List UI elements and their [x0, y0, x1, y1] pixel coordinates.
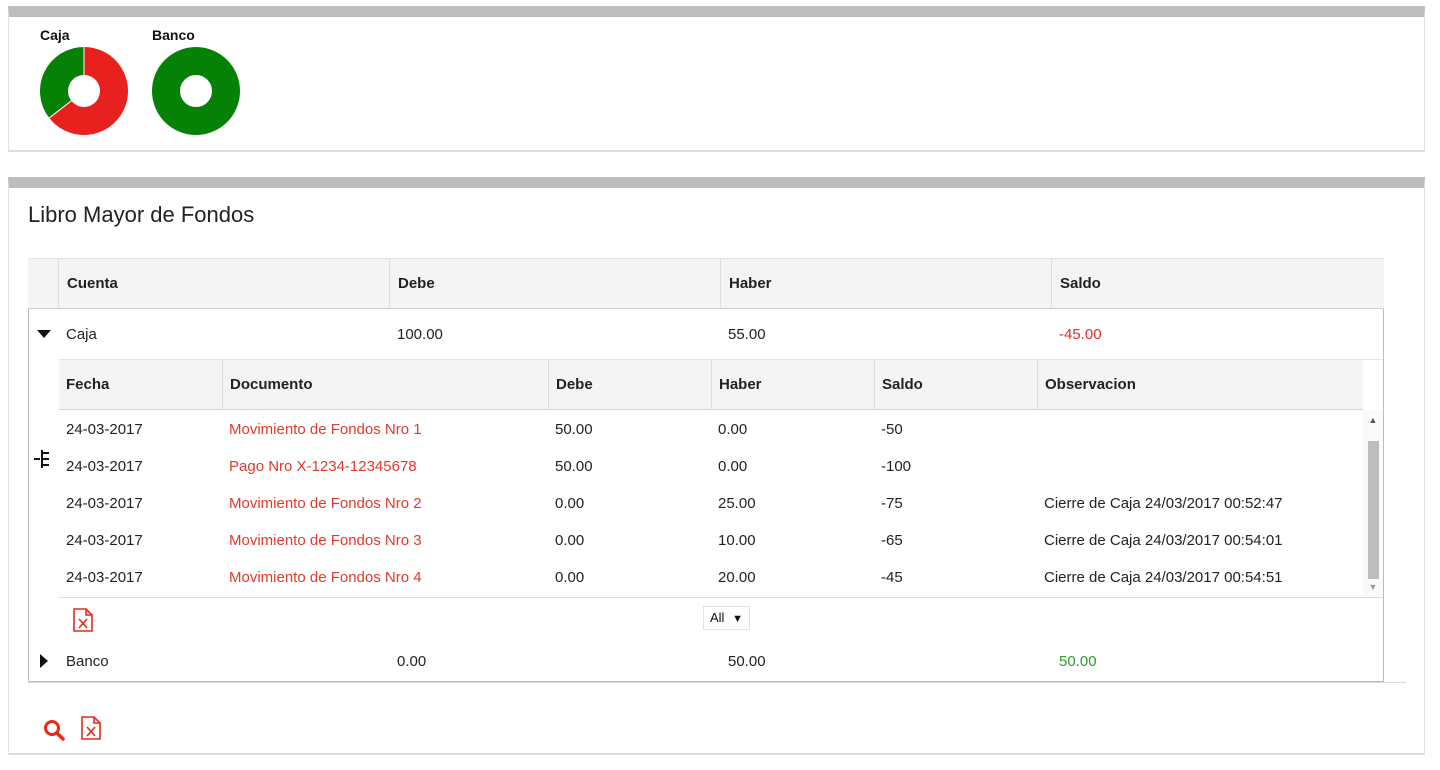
table-row[interactable]: 24-03-2017 Movimiento de Fondos Nro 4 0.… — [59, 559, 1383, 596]
account-haber: 55.00 — [728, 325, 766, 343]
column-header-detail-saldo[interactable]: Saldo — [874, 360, 1037, 410]
account-saldo: 50.00 — [1059, 652, 1097, 670]
column-header-documento[interactable]: Documento — [222, 360, 548, 410]
cell-observacion: Cierre de Caja 24/03/2017 00:54:51 — [1044, 569, 1283, 586]
cell-saldo: -75 — [881, 495, 903, 512]
column-header-saldo[interactable]: Saldo — [1051, 259, 1384, 309]
cell-fecha: 24-03-2017 — [66, 569, 143, 586]
donut-banco-label: Banco — [152, 27, 195, 43]
cell-fecha: 24-03-2017 — [66, 421, 143, 438]
column-header-haber[interactable]: Haber — [720, 259, 1051, 309]
cell-haber: 20.00 — [718, 569, 756, 586]
cell-debe: 0.00 — [555, 569, 585, 586]
table-row[interactable]: 24-03-2017 Pago Nro X-1234-12345678 50.0… — [59, 448, 1383, 485]
donut-banco: Banco — [152, 27, 240, 135]
cell-debe: 50.00 — [555, 458, 593, 475]
donut-banco-chart — [152, 47, 240, 135]
donut-caja: Caja — [40, 27, 128, 135]
cell-fecha: 24-03-2017 — [66, 532, 143, 549]
cell-haber: 0.00 — [718, 458, 748, 475]
page-size-select[interactable]: All ▼ — [703, 606, 750, 630]
donut-banco-slice-haber[interactable] — [152, 47, 240, 135]
account-row-banco[interactable]: Banco 0.00 50.00 50.00 — [29, 641, 1383, 681]
caja-detail-grid: Fecha Documento Debe Haber Saldo Observa… — [34, 359, 1383, 641]
cell-observacion: Cierre de Caja 24/03/2017 00:54:01 — [1044, 532, 1283, 549]
cell-haber: 10.00 — [718, 532, 756, 549]
scrollbar-thumb[interactable] — [1368, 441, 1379, 579]
cell-documento-link[interactable]: Pago Nro X-1234-12345678 — [222, 448, 417, 485]
cell-documento-link[interactable]: Movimiento de Fondos Nro 4 — [222, 559, 422, 596]
table-row[interactable]: 24-03-2017 Movimiento de Fondos Nro 1 50… — [59, 411, 1383, 448]
cell-haber: 0.00 — [718, 421, 748, 438]
cell-saldo: -50 — [881, 421, 903, 438]
cell-fecha: 24-03-2017 — [66, 495, 143, 512]
column-header-cuenta[interactable]: Cuenta — [58, 259, 389, 309]
page-title: Libro Mayor de Fondos — [28, 202, 255, 227]
triangle-right-icon — [40, 654, 48, 668]
column-header-debe[interactable]: Debe — [389, 259, 720, 309]
page-size-value: All — [710, 610, 725, 625]
cell-observacion: Cierre de Caja 24/03/2017 00:52:47 — [1044, 495, 1283, 512]
excel-file-icon[interactable] — [80, 716, 102, 740]
scroll-down-arrow-icon[interactable]: ▼ — [1363, 579, 1383, 595]
column-header-detail-debe[interactable]: Debe — [548, 360, 711, 410]
cell-saldo: -100 — [881, 458, 912, 475]
detail-grid-footer: All ▼ — [59, 597, 1383, 641]
detail-scrollbar[interactable]: ▲ ▼ — [1363, 410, 1383, 597]
account-name: Banco — [66, 652, 109, 670]
cell-debe: 50.00 — [555, 421, 593, 438]
detail-grid-body: 24-03-2017 Movimiento de Fondos Nro 1 50… — [59, 410, 1383, 597]
cell-saldo: -45 — [881, 569, 903, 586]
search-icon[interactable] — [42, 718, 66, 742]
column-header-detail-haber[interactable]: Haber — [711, 360, 874, 410]
cell-documento-link[interactable]: Movimiento de Fondos Nro 3 — [222, 522, 422, 559]
detail-grid-header: Fecha Documento Debe Haber Saldo Observa… — [59, 360, 1363, 410]
cell-debe: 0.00 — [555, 495, 585, 512]
account-row-caja[interactable]: Caja 100.00 55.00 -45.00 — [29, 309, 1383, 359]
cell-documento-link[interactable]: Movimiento de Fondos Nro 2 — [222, 485, 422, 522]
scroll-up-arrow-icon[interactable]: ▲ — [1363, 412, 1383, 428]
excel-file-icon[interactable] — [72, 608, 94, 632]
donut-caja-chart — [40, 47, 128, 135]
ledger-grid: Cuenta Debe Haber Saldo Caja 100.00 55.0… — [28, 258, 1406, 683]
cell-documento-link[interactable]: Movimiento de Fondos Nro 1 — [222, 411, 422, 448]
account-debe: 0.00 — [397, 652, 427, 670]
charts-panel: Caja Banco — [8, 6, 1425, 152]
ledger-panel: Libro Mayor de Fondos Cuenta Debe Haber … — [8, 177, 1425, 755]
table-row[interactable]: 24-03-2017 Movimiento de Fondos Nro 2 0.… — [59, 485, 1383, 522]
cell-saldo: -65 — [881, 532, 903, 549]
table-row[interactable]: 24-03-2017 Movimiento de Fondos Nro 3 0.… — [59, 522, 1383, 559]
chevron-down-icon: ▼ — [732, 613, 743, 625]
cell-fecha: 24-03-2017 — [66, 458, 143, 475]
expand-banco-button[interactable] — [29, 641, 59, 681]
donut-caja-label: Caja — [40, 27, 70, 43]
account-name: Caja — [66, 325, 97, 343]
column-header-observacion[interactable]: Observacion — [1037, 360, 1363, 410]
ledger-grid-body: Caja 100.00 55.00 -45.00 Fecha Documento… — [28, 309, 1384, 682]
cell-debe: 0.00 — [555, 532, 585, 549]
triangle-down-icon — [37, 330, 51, 338]
account-haber: 50.00 — [728, 652, 766, 670]
expand-caja-button[interactable] — [29, 309, 59, 359]
tree-icon[interactable] — [34, 450, 50, 468]
cell-observacion — [1037, 448, 1044, 485]
column-header-fecha[interactable]: Fecha — [59, 360, 222, 410]
cell-haber: 25.00 — [718, 495, 756, 512]
ledger-grid-header: Cuenta Debe Haber Saldo — [28, 258, 1384, 309]
cell-observacion — [1037, 411, 1044, 448]
account-saldo: -45.00 — [1059, 325, 1102, 343]
account-debe: 100.00 — [397, 325, 443, 343]
